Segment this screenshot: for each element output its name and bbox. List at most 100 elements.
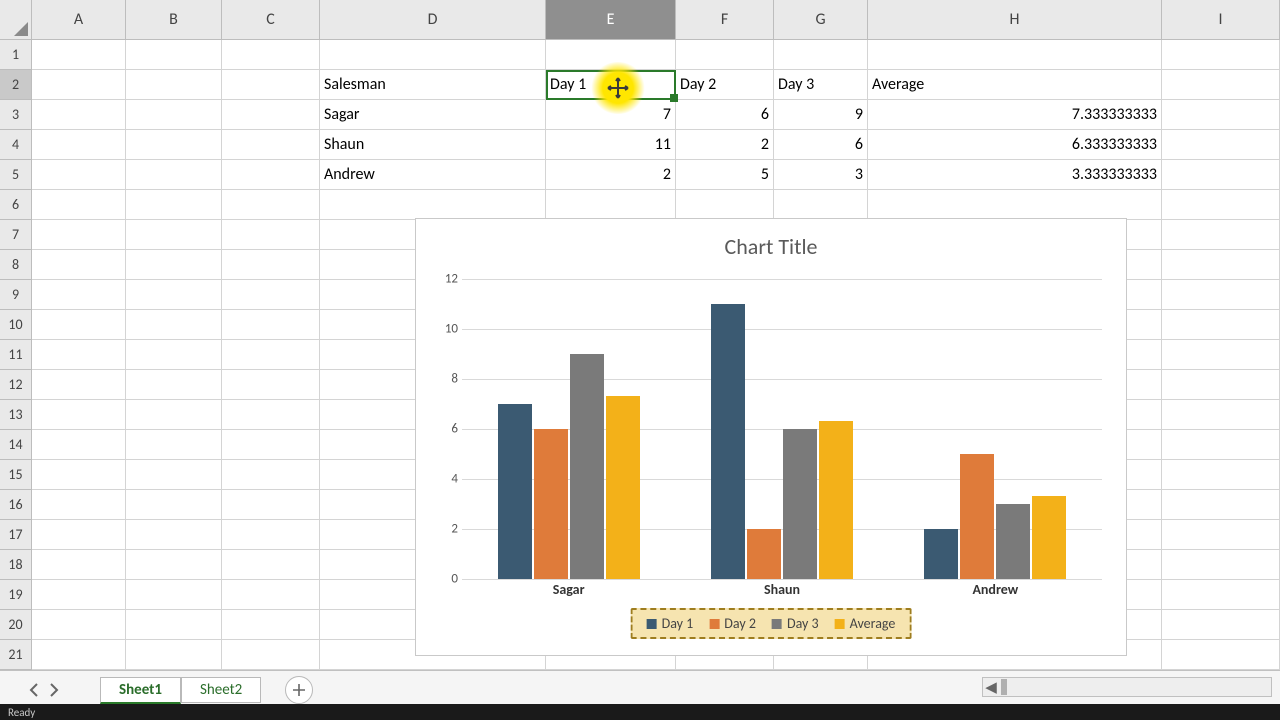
col-header-E[interactable]: E (546, 0, 676, 40)
add-sheet-button[interactable] (285, 676, 313, 704)
cell-B21[interactable] (126, 640, 222, 670)
cell-C3[interactable] (222, 100, 320, 130)
bar[interactable] (747, 529, 781, 579)
cell-F3[interactable]: 6 (676, 100, 774, 130)
legend-item[interactable]: Day 1 (647, 615, 694, 632)
cell-A13[interactable] (32, 400, 126, 430)
cell-C13[interactable] (222, 400, 320, 430)
legend-item[interactable]: Day 2 (709, 615, 756, 632)
row-header-5[interactable]: 5 (0, 160, 32, 190)
select-all-corner[interactable] (0, 0, 32, 40)
bar[interactable] (606, 396, 640, 579)
cell-D3[interactable]: Sagar (320, 100, 546, 130)
cell-C20[interactable] (222, 610, 320, 640)
cell-G1[interactable] (774, 40, 868, 70)
cell-B19[interactable] (126, 580, 222, 610)
row-header-21[interactable]: 21 (0, 640, 32, 670)
col-header-F[interactable]: F (676, 0, 774, 40)
cell-I20[interactable] (1162, 610, 1280, 640)
cell-I7[interactable] (1162, 220, 1280, 250)
cell-F2[interactable]: Day 2 (676, 70, 774, 100)
bar[interactable] (924, 529, 958, 579)
cell-C11[interactable] (222, 340, 320, 370)
cell-A20[interactable] (32, 610, 126, 640)
cell-F5[interactable]: 5 (676, 160, 774, 190)
cell-A4[interactable] (32, 130, 126, 160)
cell-I19[interactable] (1162, 580, 1280, 610)
cell-C1[interactable] (222, 40, 320, 70)
cell-I9[interactable] (1162, 280, 1280, 310)
bar-group[interactable] (675, 279, 888, 579)
row-header-10[interactable]: 10 (0, 310, 32, 340)
cell-C16[interactable] (222, 490, 320, 520)
cell-C15[interactable] (222, 460, 320, 490)
col-header-H[interactable]: H (868, 0, 1162, 40)
cell-I3[interactable] (1162, 100, 1280, 130)
cell-B7[interactable] (126, 220, 222, 250)
row-header-17[interactable]: 17 (0, 520, 32, 550)
bar[interactable] (1032, 496, 1066, 579)
cell-C5[interactable] (222, 160, 320, 190)
cell-I5[interactable] (1162, 160, 1280, 190)
bar[interactable] (534, 429, 568, 579)
cell-A3[interactable] (32, 100, 126, 130)
cell-I12[interactable] (1162, 370, 1280, 400)
col-header-A[interactable]: A (32, 0, 126, 40)
row-header-4[interactable]: 4 (0, 130, 32, 160)
row-header-7[interactable]: 7 (0, 220, 32, 250)
cell-A17[interactable] (32, 520, 126, 550)
cell-D5[interactable]: Andrew (320, 160, 546, 190)
cell-G5[interactable]: 3 (774, 160, 868, 190)
bar-group[interactable] (462, 279, 675, 579)
cell-B14[interactable] (126, 430, 222, 460)
col-header-C[interactable]: C (222, 0, 320, 40)
cell-C4[interactable] (222, 130, 320, 160)
cell-D6[interactable] (320, 190, 546, 220)
cell-I21[interactable] (1162, 640, 1280, 670)
cell-C14[interactable] (222, 430, 320, 460)
cell-F1[interactable] (676, 40, 774, 70)
cell-C7[interactable] (222, 220, 320, 250)
row-header-11[interactable]: 11 (0, 340, 32, 370)
cell-B3[interactable] (126, 100, 222, 130)
cell-A16[interactable] (32, 490, 126, 520)
bar[interactable] (711, 304, 745, 579)
cell-I2[interactable] (1162, 70, 1280, 100)
cell-C12[interactable] (222, 370, 320, 400)
cell-G2[interactable]: Day 3 (774, 70, 868, 100)
cell-C6[interactable] (222, 190, 320, 220)
cell-B9[interactable] (126, 280, 222, 310)
cell-H6[interactable] (868, 190, 1162, 220)
cell-A14[interactable] (32, 430, 126, 460)
cell-I14[interactable] (1162, 430, 1280, 460)
row-header-8[interactable]: 8 (0, 250, 32, 280)
bar-group[interactable] (889, 279, 1102, 579)
col-header-B[interactable]: B (126, 0, 222, 40)
cell-A8[interactable] (32, 250, 126, 280)
cell-F6[interactable] (676, 190, 774, 220)
cell-B12[interactable] (126, 370, 222, 400)
chart-legend[interactable]: Day 1Day 2Day 3Average (631, 608, 912, 639)
cell-I1[interactable] (1162, 40, 1280, 70)
cell-A5[interactable] (32, 160, 126, 190)
row-header-12[interactable]: 12 (0, 370, 32, 400)
cell-A12[interactable] (32, 370, 126, 400)
cell-A6[interactable] (32, 190, 126, 220)
cell-A18[interactable] (32, 550, 126, 580)
cell-I8[interactable] (1162, 250, 1280, 280)
cell-B1[interactable] (126, 40, 222, 70)
cell-C8[interactable] (222, 250, 320, 280)
cell-A19[interactable] (32, 580, 126, 610)
cell-I15[interactable] (1162, 460, 1280, 490)
cell-I6[interactable] (1162, 190, 1280, 220)
cell-A15[interactable] (32, 460, 126, 490)
cell-G6[interactable] (774, 190, 868, 220)
cell-B17[interactable] (126, 520, 222, 550)
cell-B8[interactable] (126, 250, 222, 280)
cell-B2[interactable] (126, 70, 222, 100)
cell-A10[interactable] (32, 310, 126, 340)
row-header-19[interactable]: 19 (0, 580, 32, 610)
cell-B20[interactable] (126, 610, 222, 640)
tab-nav-next-icon[interactable] (44, 678, 64, 702)
cell-H3[interactable]: 7.333333333 (868, 100, 1162, 130)
